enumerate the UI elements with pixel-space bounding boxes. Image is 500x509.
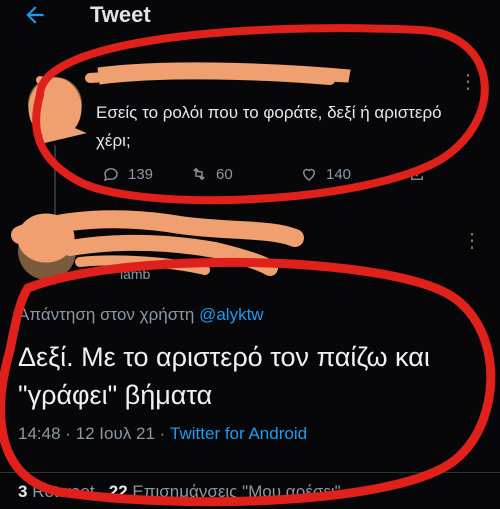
reply-count: 139 [128,165,154,183]
reply-context: Απάντηση στον χρήστη @alyktw [18,305,264,325]
reply-handle-link[interactable]: @alyktw [199,305,264,324]
retweets-count: 3 [18,482,28,501]
retweet-icon [193,167,205,181]
heart-icon [303,168,315,181]
arrow-left-icon[interactable] [22,2,48,28]
author-handle: lamb [120,266,151,282]
tweet-stats: 3 Retweet 22 Επισημάνσεις "Μου αρέσει" [18,482,341,502]
retweet-button[interactable]: 60 [190,165,233,183]
reply-tweet[interactable]: lamb ⋮ Απάντηση στον χρήστη @alyktw Δεξί… [0,210,500,509]
tweet-text: Εσείς το ρολόι που το φοράτε, δεξί ή αρι… [96,103,442,150]
retweet-count: 60 [216,165,233,183]
likes-label[interactable]: Επισημάνσεις "Μου αρέσει" [132,482,340,501]
avatar[interactable] [18,222,76,280]
quotes-count: 22 [108,482,128,501]
more-vertical-icon[interactable]: ⋮ [462,228,482,253]
like-button[interactable]: 140 [300,165,351,183]
author-name-redacted [96,65,396,79]
like-count: 140 [326,165,352,183]
original-tweet[interactable]: ⋮ Εσείς το ρολόι που το φοράτε, δεξί ή α… [0,55,500,285]
reply-icon [103,168,118,182]
share-icon [411,167,423,180]
reply-prefix: Απάντηση στον χρήστη [18,305,195,324]
top-bar: Tweet [0,0,500,40]
author-name-redacted [86,222,286,238]
more-vertical-icon[interactable]: ⋮ [458,69,478,94]
tweet-source-link[interactable]: Twitter for Android [170,424,307,443]
tweet-actions: 139 60 140 [96,165,456,189]
tweet-text: Δεξί. Με το αριστερό τον παίζω και "γράφ… [18,342,430,410]
page-title: Tweet [90,2,151,27]
retweets-label[interactable]: Retweet [32,482,94,501]
divider [0,472,500,473]
share-button[interactable] [408,165,426,183]
reply-button[interactable]: 139 [102,165,153,183]
tweet-meta: 14:48 · 12 Ιουλ 21 · Twitter for Android [18,424,308,443]
avatar[interactable] [28,77,82,131]
tweet-time: 14:48 [18,424,61,443]
tweet-date: 12 Ιουλ 21 [75,424,155,443]
